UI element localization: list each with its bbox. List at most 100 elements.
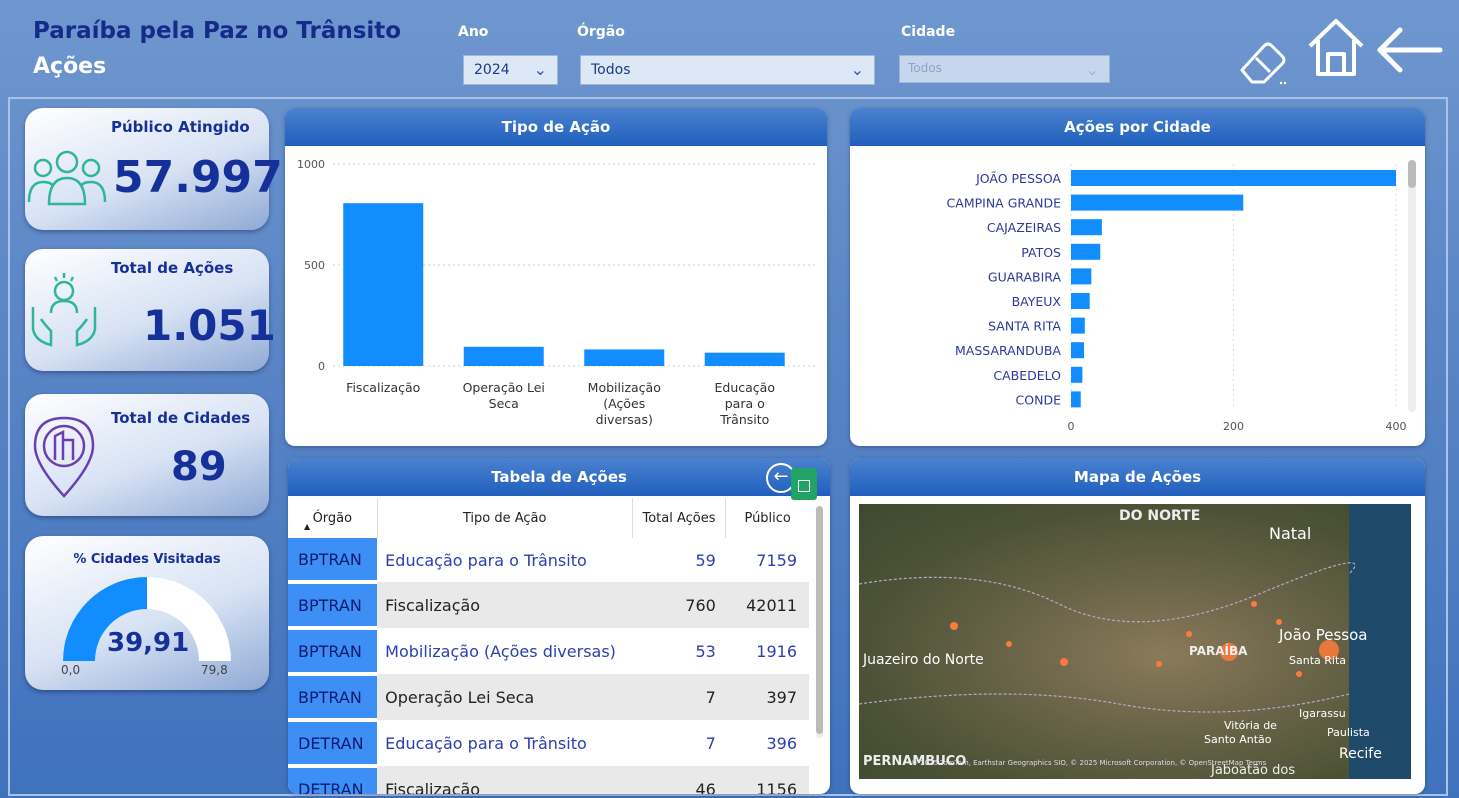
- tipo-cell: Educação para o Trânsito: [385, 733, 587, 753]
- x-tick-label: Trânsito: [719, 412, 769, 427]
- acoes-table: Órgão ▲ Tipo de Ação Total Ações Público…: [288, 498, 809, 794]
- total-cell: 7: [705, 733, 716, 753]
- gauge-value: 39,91: [107, 628, 190, 658]
- bar[interactable]: [1071, 293, 1090, 309]
- col-publico[interactable]: Público: [726, 498, 809, 538]
- y-tick-label: PATOS: [1021, 245, 1061, 260]
- chevron-down-icon: ⌄: [1085, 60, 1099, 79]
- y-tick-label: 0: [318, 360, 325, 373]
- bar[interactable]: [1071, 170, 1396, 186]
- back-arrow-icon[interactable]: [1374, 25, 1444, 75]
- y-tick-label: GUARABIRA: [988, 269, 1062, 284]
- map-bubble[interactable]: [1186, 631, 1192, 637]
- kpi-acoes-label: Total de Ações: [111, 259, 234, 277]
- bar[interactable]: [1071, 366, 1083, 383]
- chevron-down-icon: ⌄: [533, 60, 547, 79]
- map-label-rn: DO NORTE: [1119, 508, 1201, 524]
- map-bubble[interactable]: [950, 622, 958, 630]
- gauge-min: 0,0: [61, 663, 81, 677]
- y-tick-label: CONDE: [1016, 392, 1062, 407]
- map-label-paulista: Paulista: [1327, 726, 1370, 739]
- chart-scrollbar[interactable]: [1408, 160, 1416, 412]
- mapa-title: Mapa de Ações: [850, 458, 1425, 496]
- table-row[interactable]: BPTRAN Operação Lei Seca 7 397: [288, 674, 809, 722]
- x-tick-label: Operação Lei: [463, 380, 545, 395]
- col-total[interactable]: Total Ações: [632, 498, 727, 538]
- table-row[interactable]: BPTRAN Fiscalização 760 42011: [288, 582, 809, 630]
- orgao-cell: DETRAN: [288, 766, 378, 794]
- bar[interactable]: [463, 346, 544, 366]
- orgao-cell: BPTRAN: [288, 538, 378, 584]
- x-tick-label: 400: [1386, 420, 1407, 433]
- x-tick-label: Mobilização: [588, 380, 661, 395]
- hands-icon: [31, 273, 97, 347]
- table-row[interactable]: DETRAN Educação para o Trânsito 7 396: [288, 720, 809, 768]
- y-tick-label: BAYEUX: [1012, 294, 1062, 309]
- map-bubble[interactable]: [1060, 658, 1068, 666]
- map-label-joao-pessoa: João Pessoa: [1279, 626, 1368, 644]
- state-border: [859, 562, 1356, 623]
- table-row[interactable]: DETRAN Fiscalização 46 1156: [288, 766, 809, 794]
- x-tick-label: Fiscalização: [346, 380, 420, 395]
- mapa-card: Mapa de Ações DO NORTE Natal João Pessoa…: [850, 458, 1425, 794]
- tipo-cell: Fiscalização: [385, 779, 481, 795]
- map-label-recife: Recife: [1339, 746, 1382, 762]
- orgao-cell: BPTRAN: [288, 628, 378, 676]
- table-row[interactable]: BPTRAN Educação para o Trânsito 59 7159: [288, 538, 809, 584]
- map-bubble[interactable]: [1156, 661, 1162, 667]
- kpi-gauge-card: % Cidades Visitadas 39,91 0,0 79,8: [25, 536, 269, 690]
- tipo-acao-chart: 0 500 1000 Fiscalização Operação LeiSeca Mobi…: [297, 158, 815, 427]
- x-tick-label: 200: [1223, 420, 1244, 433]
- map-bubble[interactable]: [1006, 641, 1012, 647]
- bar[interactable]: [343, 203, 424, 366]
- tipo-cell: Fiscalização: [385, 595, 481, 615]
- map-bubble[interactable]: [1251, 601, 1257, 607]
- total-cell: 53: [695, 641, 716, 661]
- col-tipo[interactable]: Tipo de Ação: [377, 498, 633, 538]
- kpi-publico-label: Público Atingido: [111, 118, 250, 136]
- chart-scrollbar-thumb[interactable]: [1408, 160, 1416, 188]
- orgao-cell: BPTRAN: [288, 674, 378, 722]
- home-icon[interactable]: [1306, 16, 1366, 78]
- eraser-icon[interactable]: [1236, 36, 1294, 88]
- orgao-select[interactable]: Todos ⌄: [580, 55, 875, 85]
- cidade-select-value: Todos: [908, 61, 942, 75]
- bar[interactable]: [1071, 243, 1101, 260]
- bar[interactable]: [1071, 268, 1092, 285]
- table-scrollbar-thumb[interactable]: [816, 506, 823, 734]
- total-cell: 59: [695, 550, 716, 570]
- total-cell: 760: [685, 595, 716, 615]
- total-cell: 46: [695, 779, 716, 795]
- ano-select[interactable]: 2024 ⌄: [463, 55, 558, 85]
- kpi-cidades-card: Total de Cidades 89: [25, 394, 269, 516]
- kpi-acoes-card: Total de Ações 1.051: [25, 249, 276, 371]
- kpi-cidades-label: Total de Cidades: [111, 409, 251, 427]
- tipo-acao-card: Tipo de Ação 0 500 1000 Fiscalização Operaçã…: [285, 108, 827, 446]
- map-bubble[interactable]: [1296, 671, 1302, 677]
- bar[interactable]: [1071, 342, 1084, 359]
- bar[interactable]: [1071, 317, 1085, 334]
- map-attribution: © 2025 TomTom, Earthstar Geographics SIO…: [911, 759, 1267, 767]
- chevron-down-icon: ⌄: [850, 60, 864, 79]
- excel-export-icon[interactable]: [791, 468, 817, 500]
- bar[interactable]: [584, 349, 665, 366]
- x-tick-label: diversas): [596, 412, 653, 427]
- publico-cell: 397: [766, 687, 797, 707]
- bar[interactable]: [1071, 219, 1102, 236]
- kpi-publico-value: 57.997: [113, 152, 283, 203]
- ano-label: Ano: [458, 24, 489, 40]
- bar[interactable]: [704, 352, 785, 366]
- bar[interactable]: [1071, 194, 1244, 211]
- table-scrollbar[interactable]: [816, 506, 823, 738]
- table-row[interactable]: BPTRAN Mobilização (Ações diversas) 53 1916: [288, 628, 809, 676]
- map-view[interactable]: DO NORTE Natal João Pessoa PARAÍBA Santa…: [859, 504, 1411, 779]
- cidade-select[interactable]: Todos ⌄: [899, 55, 1110, 83]
- bar[interactable]: [1071, 391, 1081, 408]
- y-tick-label: SANTA RITA: [988, 319, 1061, 334]
- col-orgao[interactable]: Órgão ▲: [288, 498, 378, 538]
- orgao-label: Órgão: [577, 24, 625, 40]
- page-subtitle: Ações: [33, 54, 107, 79]
- state-border: [859, 693, 1350, 713]
- map-bubble[interactable]: [1276, 619, 1282, 625]
- tipo-cell: Operação Lei Seca: [385, 687, 535, 707]
